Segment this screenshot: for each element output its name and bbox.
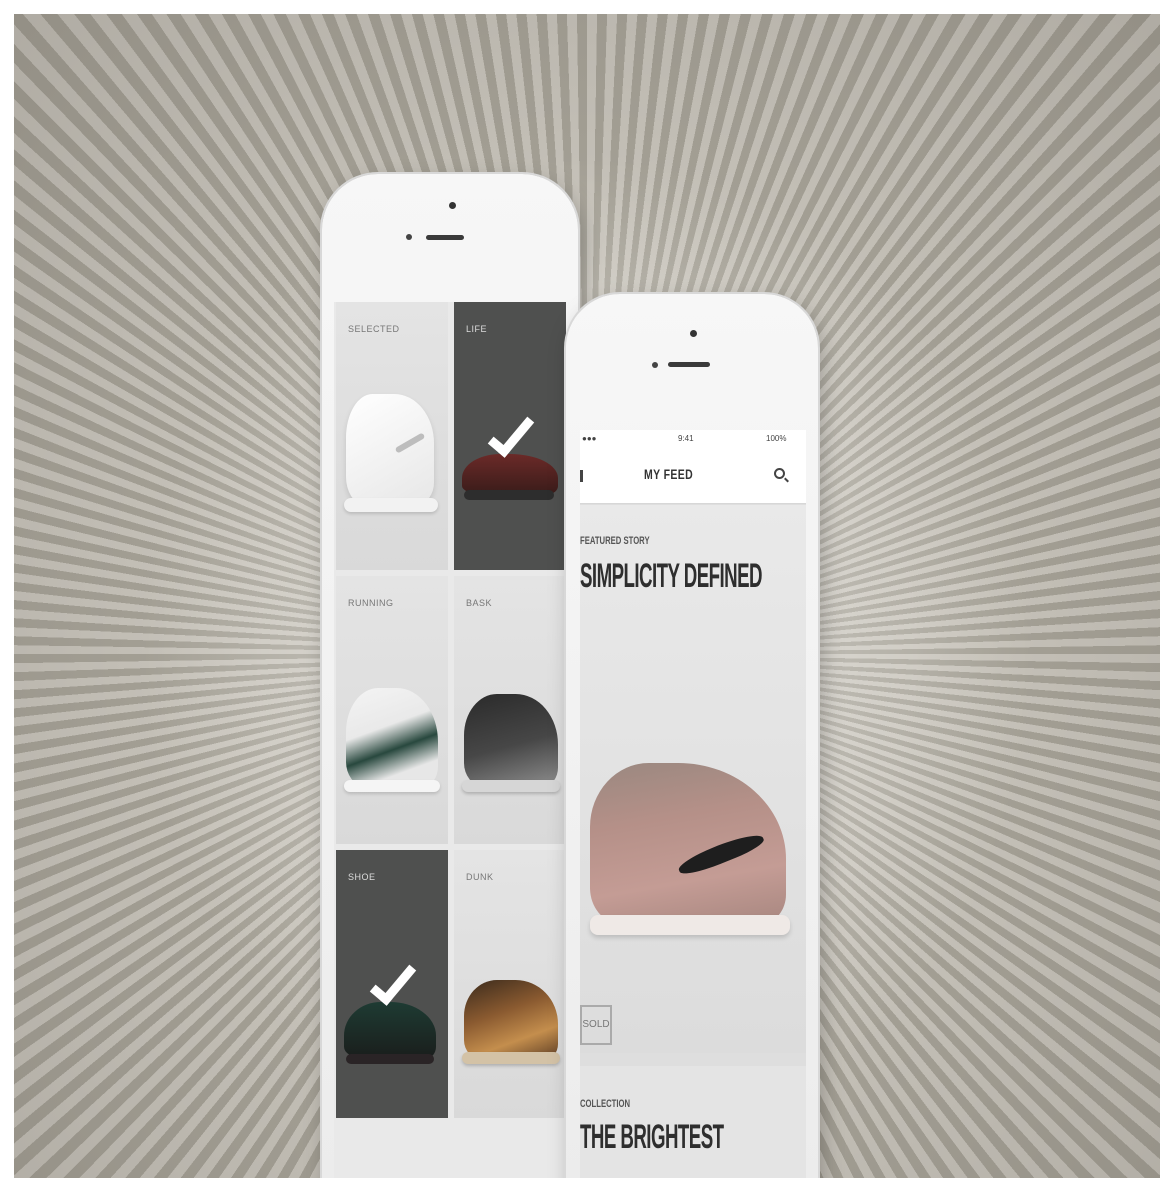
- tile-tag: RUNNING: [348, 598, 394, 608]
- red-black-sneaker-image: [462, 454, 558, 494]
- grid-tile-1[interactable]: SELECTED: [336, 302, 448, 570]
- status-time: 9:41: [678, 434, 694, 443]
- front-camera: [690, 330, 697, 337]
- status-bar: ●●● 9:41 100%: [580, 430, 806, 446]
- tile-tag: DUNK: [466, 872, 494, 882]
- sneaker-sole: [464, 490, 554, 500]
- earpiece-speaker: [668, 362, 710, 367]
- dark-green-sneaker-image: [344, 1002, 436, 1058]
- tan-camo-sneaker-image: [464, 980, 558, 1060]
- check-icon: [369, 956, 417, 1006]
- sneaker-sole: [344, 780, 440, 792]
- shoe-grid: SELECTED LIFE RUNNING BASK SHOE DUNK: [334, 302, 566, 1118]
- nav-bar: MY FEED: [580, 446, 806, 504]
- story-kicker: COLLECTION: [580, 1098, 631, 1110]
- signal-indicator: ●●●: [582, 434, 597, 443]
- white-green-sneaker-image: [346, 688, 438, 786]
- check-icon: [487, 408, 535, 458]
- front-camera: [449, 202, 456, 209]
- tile-tag: BASK: [466, 598, 493, 608]
- grid-tile-4[interactable]: BASK: [454, 576, 566, 844]
- tile-tag: SHOE: [348, 872, 376, 882]
- grid-tile-5-selected[interactable]: SHOE: [336, 850, 448, 1118]
- grid-tile-2-selected[interactable]: LIFE: [454, 302, 566, 570]
- nav-title: MY FEED: [644, 466, 694, 482]
- sneaker-sole: [590, 915, 790, 935]
- story-headline: THE BRIGHTEST: [580, 1118, 724, 1156]
- grid-tile-3[interactable]: RUNNING: [336, 576, 448, 844]
- grid-tile-6[interactable]: DUNK: [454, 850, 566, 1118]
- phone-left: SELECTED LIFE RUNNING BASK SHOE DUNK: [322, 174, 578, 1178]
- tile-tag: SELECTED: [348, 324, 400, 334]
- proximity-sensor: [652, 362, 658, 368]
- battery-indicator: 100%: [766, 434, 787, 443]
- feed-screen: ●●● 9:41 100% MY FEED FEATURED STORY SIM…: [580, 430, 806, 1178]
- sneaker-sole: [462, 780, 560, 792]
- white-sneaker-sole: [344, 498, 438, 512]
- story-kicker: FEATURED STORY: [580, 535, 650, 547]
- white-sneaker-image: [346, 394, 434, 504]
- radial-line-background: SELECTED LIFE RUNNING BASK SHOE DUNK ●●●…: [14, 14, 1160, 1178]
- featured-story-card[interactable]: FEATURED STORY SIMPLICITY DEFINED SOLD: [580, 505, 806, 1053]
- second-story-card[interactable]: COLLECTION THE BRIGHTEST: [580, 1066, 806, 1178]
- sneaker-sole: [462, 1052, 560, 1064]
- tile-tag: LIFE: [466, 324, 488, 334]
- interest-picker-screen: SELECTED LIFE RUNNING BASK SHOE DUNK: [334, 302, 566, 1178]
- story-badge: SOLD: [580, 1005, 612, 1045]
- sneaker-sole: [346, 1054, 434, 1064]
- proximity-sensor: [406, 234, 412, 240]
- earpiece-speaker: [426, 235, 464, 240]
- search-icon[interactable]: [774, 468, 785, 479]
- menu-icon[interactable]: [580, 470, 588, 482]
- phone-right: ●●● 9:41 100% MY FEED FEATURED STORY SIM…: [566, 294, 818, 1178]
- black-sneaker-image: [464, 694, 558, 786]
- story-headline: SIMPLICITY DEFINED: [580, 557, 763, 595]
